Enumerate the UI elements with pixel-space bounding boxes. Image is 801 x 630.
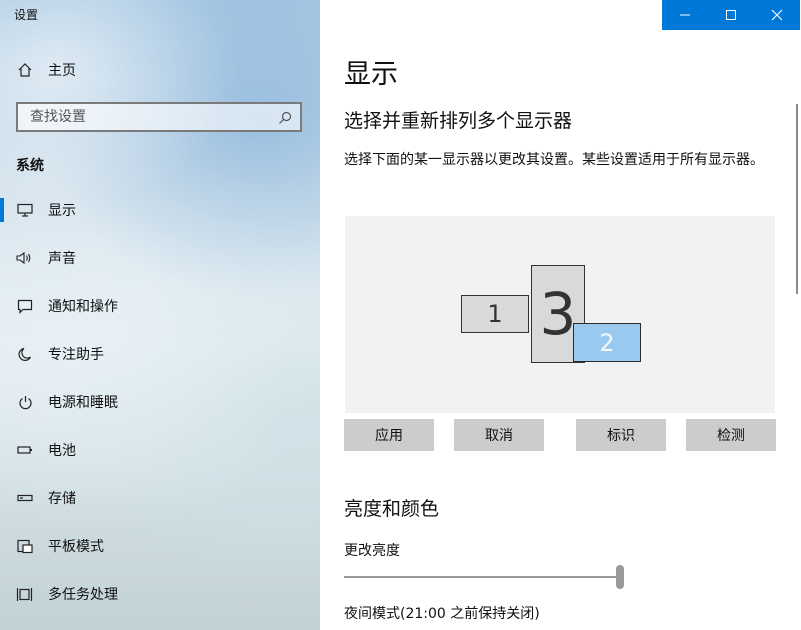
scrollbar[interactable] (796, 104, 798, 294)
close-button[interactable] (754, 0, 800, 30)
sidebar-item-sound[interactable]: 声音 (0, 238, 320, 278)
cancel-button[interactable]: 取消 (454, 419, 544, 451)
nav-home[interactable]: 主页 (0, 50, 320, 90)
speaker-icon (16, 249, 34, 267)
sidebar-item-notifications[interactable]: 通知和操作 (0, 286, 320, 326)
monitor-icon (16, 201, 34, 219)
power-icon (16, 393, 34, 411)
display-arrangement-area[interactable]: 1 3 2 (345, 216, 775, 413)
night-light-status: 夜间模式(21:00 之前保持关闭) (344, 606, 540, 622)
section-label: 系统 (16, 158, 44, 174)
monitor-number: 3 (539, 280, 577, 348)
search-icon[interactable] (278, 110, 292, 129)
close-icon (771, 9, 783, 21)
sidebar-item-label: 显示 (48, 203, 76, 219)
brightness-slider-thumb[interactable] (616, 565, 624, 589)
search-box[interactable] (16, 102, 302, 132)
sidebar-item-multitasking[interactable]: 多任务处理 (0, 574, 320, 614)
monitor-number: 2 (599, 328, 615, 357)
multitask-icon (16, 585, 34, 603)
sidebar-item-label: 电源和睡眠 (48, 395, 118, 411)
sidebar-item-label: 声音 (48, 251, 76, 267)
sidebar-item-label: 通知和操作 (48, 299, 118, 315)
monitor-2[interactable]: 2 (573, 323, 641, 362)
sidebar-item-storage[interactable]: 存储 (0, 478, 320, 518)
sidebar-item-label: 专注助手 (48, 347, 104, 363)
monitor-1[interactable]: 1 (461, 295, 529, 333)
sidebar-item-display[interactable]: 显示 (0, 190, 320, 230)
detect-button[interactable]: 检测 (686, 419, 776, 451)
sidebar-item-label: 存储 (48, 491, 76, 507)
tablet-icon (16, 537, 34, 555)
storage-icon (16, 489, 34, 507)
sidebar-item-battery[interactable]: 电池 (0, 430, 320, 470)
sidebar-item-power[interactable]: 电源和睡眠 (0, 382, 320, 422)
identify-button[interactable]: 标识 (576, 419, 666, 451)
brightness-label: 更改亮度 (344, 543, 400, 559)
brightness-slider-track[interactable] (344, 576, 618, 578)
minimize-button[interactable] (662, 0, 708, 30)
apply-button[interactable]: 应用 (344, 419, 434, 451)
home-icon (16, 61, 34, 79)
sidebar-item-label: 电池 (48, 443, 76, 459)
battery-icon (16, 441, 34, 459)
page-title: 显示 (344, 59, 398, 90)
nav-home-label: 主页 (48, 63, 76, 79)
sidebar-item-tablet-mode[interactable]: 平板模式 (0, 526, 320, 566)
moon-icon (16, 345, 34, 363)
maximize-icon (726, 10, 736, 20)
maximize-button[interactable] (708, 0, 754, 30)
sidebar-item-label: 平板模式 (48, 539, 104, 555)
brightness-heading: 亮度和颜色 (344, 498, 440, 520)
main-content: 显示 选择并重新排列多个显示器 选择下面的某一显示器以更改其设置。某些设置适用于… (320, 0, 801, 630)
sidebar-item-label: 多任务处理 (48, 587, 118, 603)
search-input[interactable] (28, 108, 272, 126)
window-title: 设置 (14, 8, 39, 22)
minimize-icon (680, 14, 690, 16)
monitor-number: 1 (487, 300, 503, 328)
sidebar: 设置 主页 系统 显示 声音 通知和操作 专注助手 (0, 0, 320, 630)
arrange-description: 选择下面的某一显示器以更改其设置。某些设置适用于所有显示器。 (344, 152, 764, 168)
message-icon (16, 297, 34, 315)
arrange-heading: 选择并重新排列多个显示器 (344, 110, 573, 132)
sidebar-item-focus-assist[interactable]: 专注助手 (0, 334, 320, 374)
